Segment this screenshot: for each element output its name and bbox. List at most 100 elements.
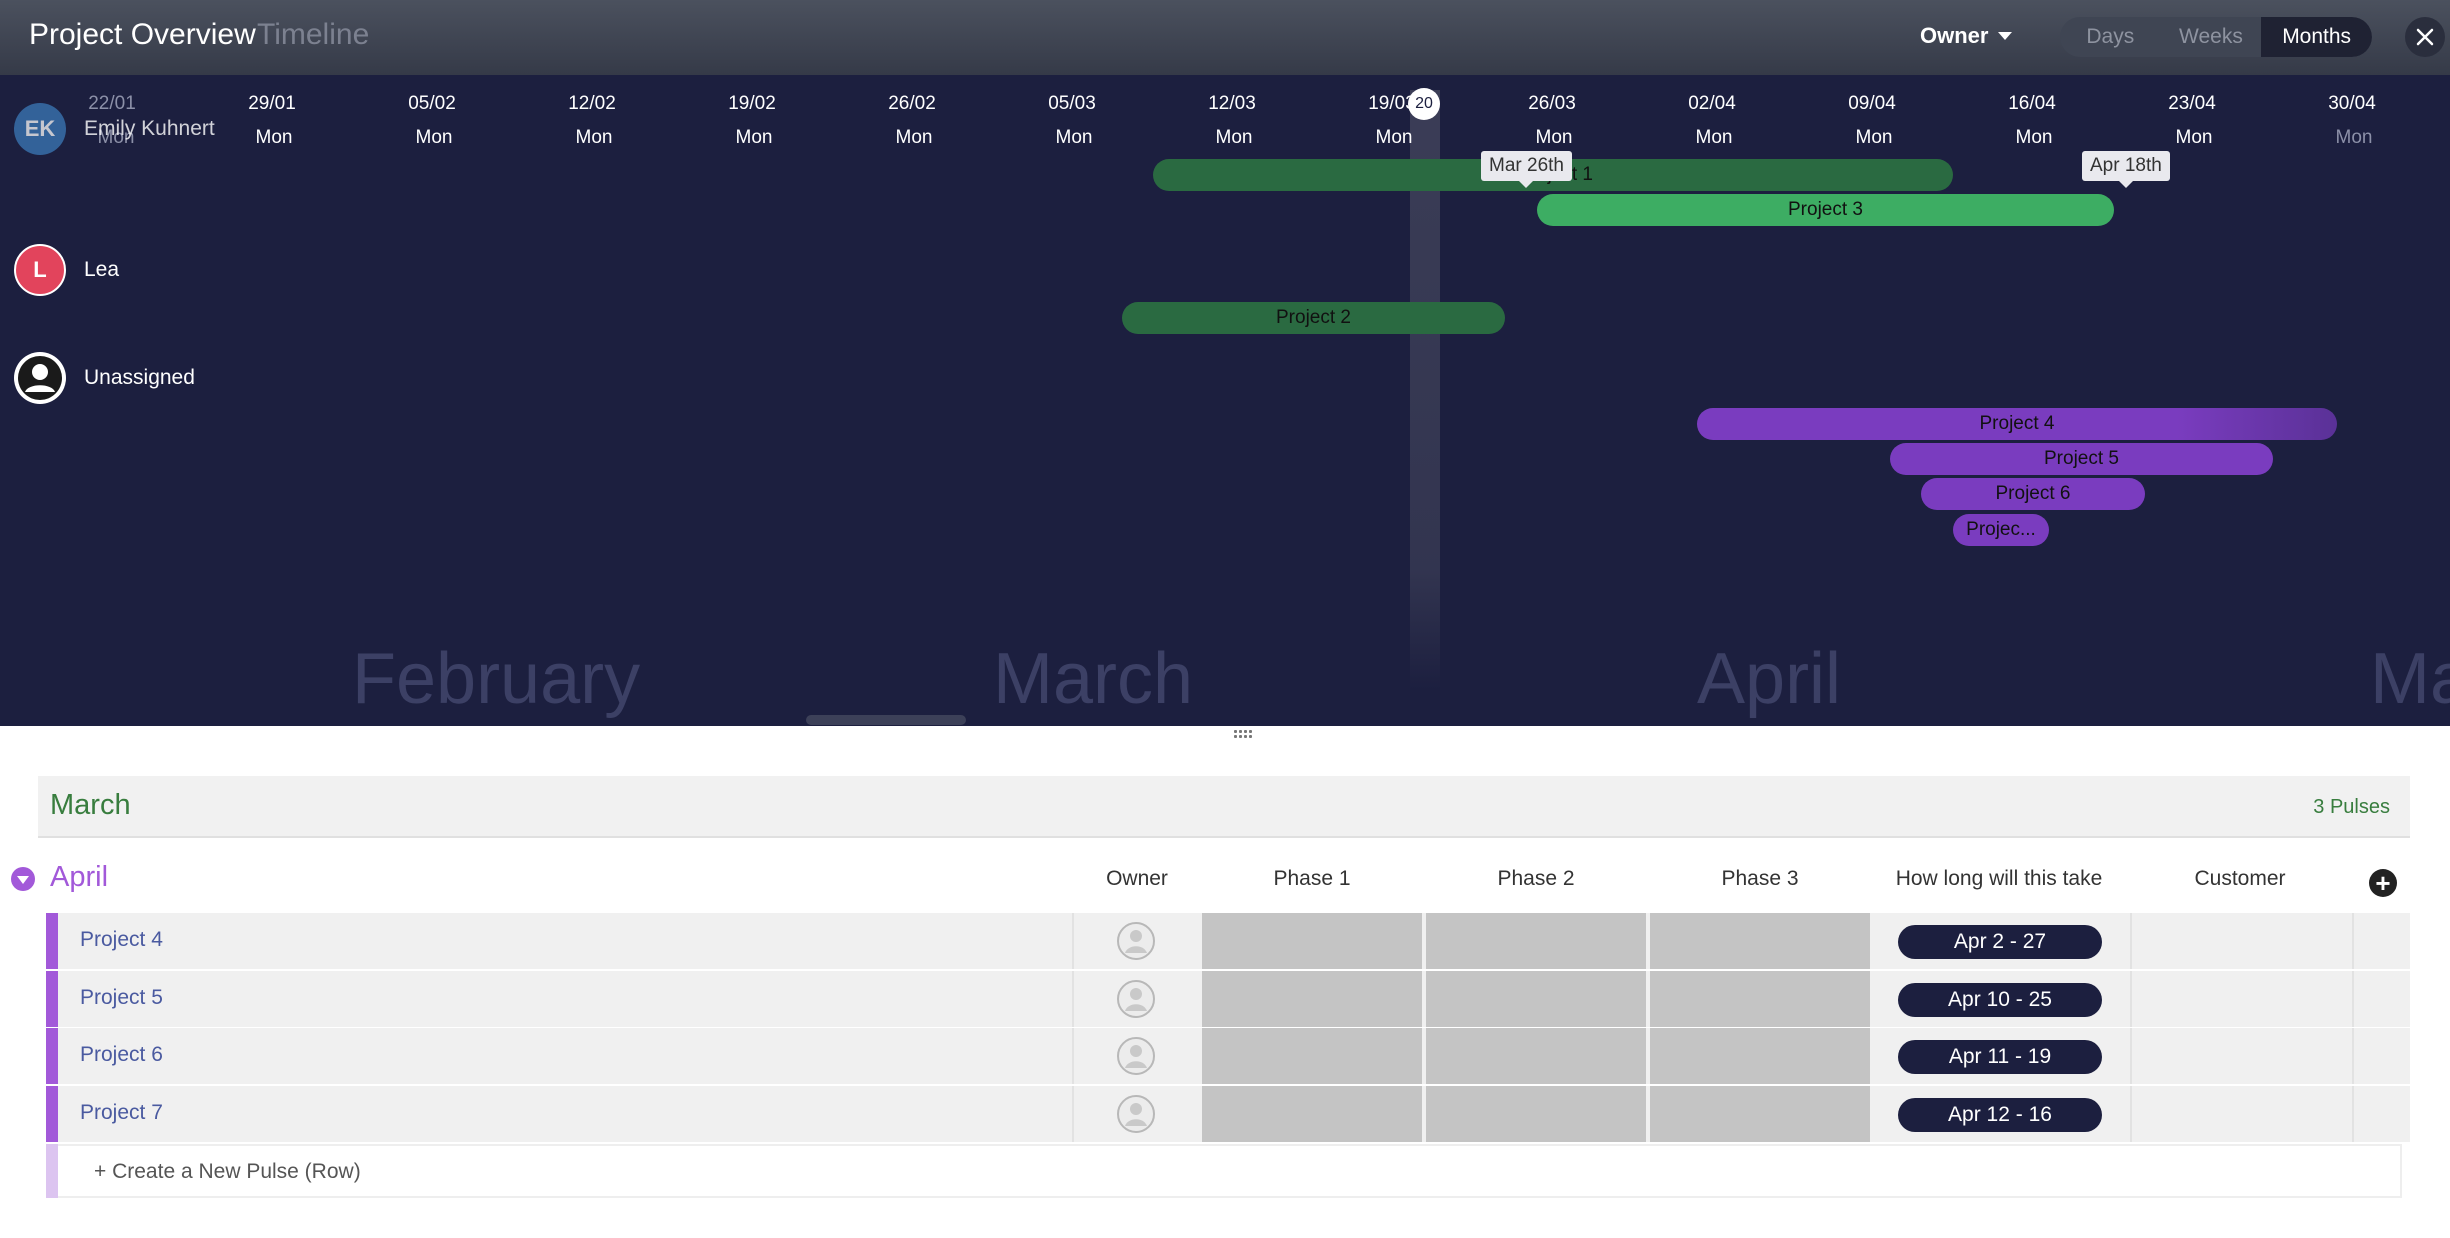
plus-icon: +: [2375, 868, 2391, 898]
ruler-day: Mon: [575, 127, 613, 148]
start-date-tooltip: Mar 26th: [1481, 151, 1572, 188]
owner-filter-dropdown[interactable]: Owner: [1920, 20, 2013, 52]
person-emily-kuhnert[interactable]: EK Emily Kuhnert: [14, 103, 215, 155]
person-lea[interactable]: L Lea: [14, 244, 119, 296]
ruler-date: 19/02: [728, 93, 776, 114]
column-header-phase-2[interactable]: Phase 2: [1426, 867, 1646, 891]
pulse-count: 3 Pulses: [2313, 796, 2390, 818]
timeline-pill[interactable]: Apr 2 - 27: [1898, 925, 2102, 959]
group-color-stripe: [46, 913, 58, 969]
phase-1-cell[interactable]: [1202, 1028, 1422, 1084]
group-name-april[interactable]: April: [50, 861, 108, 894]
today-badge: 20: [1408, 88, 1440, 120]
ruler-date: 12/02: [568, 93, 616, 114]
view-days-button[interactable]: Days: [2060, 17, 2161, 57]
owner-filter-label: Owner: [1920, 23, 1989, 48]
view-toggle: Days Weeks Months: [2060, 17, 2372, 57]
avatar: EK: [14, 103, 66, 155]
drag-handle-icon: [1234, 730, 1252, 738]
timeline-scrollbar[interactable]: [806, 715, 966, 725]
group-collapse-toggle[interactable]: [11, 867, 35, 891]
ruler-day: Mon: [255, 127, 293, 148]
month-label: March: [993, 639, 1194, 719]
person-placeholder-icon: [1117, 1095, 1155, 1133]
table-row[interactable]: Project 4 Apr 2 - 27: [46, 913, 2410, 969]
add-column-button[interactable]: +: [2369, 869, 2397, 897]
close-icon: [2416, 28, 2434, 46]
ruler-day: Mon: [1375, 127, 1413, 148]
pulse-name[interactable]: Project 6: [80, 1043, 163, 1067]
phase-1-cell[interactable]: [1202, 1086, 1422, 1142]
column-header-timeline[interactable]: How long will this take: [1874, 867, 2124, 891]
bar-project-6[interactable]: Project 6: [1921, 478, 2145, 510]
pulse-name[interactable]: Project 4: [80, 928, 163, 952]
row-end-cell: [2352, 1028, 2402, 1084]
phase-3-cell[interactable]: [1650, 913, 1870, 969]
chevron-down-icon: [17, 876, 29, 884]
ruler-day: Mon: [1855, 127, 1893, 148]
ruler-day: Mon: [2335, 127, 2373, 148]
close-button[interactable]: [2405, 17, 2445, 57]
month-label: February: [352, 639, 641, 719]
phase-2-cell[interactable]: [1426, 1028, 1646, 1084]
phase-2-cell[interactable]: [1426, 913, 1646, 969]
end-date-tooltip: Apr 18th: [2082, 151, 2170, 188]
phase-1-cell[interactable]: [1202, 913, 1422, 969]
ruler-date: 29/01: [248, 93, 296, 114]
pane-resize-handle[interactable]: [0, 726, 2450, 742]
phase-3-cell[interactable]: [1650, 971, 1870, 1027]
month-label: Ma: [2370, 639, 2450, 719]
ruler-date: 05/02: [408, 93, 456, 114]
ruler-date: 02/04: [1688, 93, 1736, 114]
group-color-stripe: [46, 1144, 58, 1198]
group-color-stripe: [46, 971, 58, 1027]
phase-3-cell[interactable]: [1650, 1028, 1870, 1084]
person-name: Emily Kuhnert: [84, 117, 215, 140]
bar-project-4[interactable]: Project 4: [1697, 408, 2337, 440]
customer-cell[interactable]: [2130, 1086, 2370, 1142]
table-row[interactable]: Project 5 Apr 10 - 25: [46, 971, 2410, 1027]
customer-cell[interactable]: [2130, 913, 2370, 969]
view-name: Timeline: [257, 18, 370, 51]
ruler-date: 16/04: [2008, 93, 2056, 114]
create-pulse-label[interactable]: + Create a New Pulse (Row): [94, 1160, 361, 1184]
table-row[interactable]: Project 6 Apr 11 - 19: [46, 1028, 2410, 1084]
bar-project-3[interactable]: Project 3: [1537, 194, 2114, 226]
ruler-day: Mon: [2175, 127, 2213, 148]
table-row[interactable]: Project 7 Apr 12 - 16: [46, 1086, 2410, 1142]
pulse-name[interactable]: Project 5: [80, 986, 163, 1010]
ruler-date: 05/03: [1048, 93, 1096, 114]
pulse-name[interactable]: Project 7: [80, 1101, 163, 1125]
create-pulse-row[interactable]: + Create a New Pulse (Row): [46, 1144, 2402, 1198]
phase-2-cell[interactable]: [1426, 971, 1646, 1027]
month-label: April: [1697, 639, 1842, 719]
person-name: Lea: [84, 258, 120, 281]
phase-3-cell[interactable]: [1650, 1086, 1870, 1142]
customer-cell[interactable]: [2130, 1028, 2370, 1084]
chevron-down-icon: [1998, 32, 2013, 40]
timeline-pill[interactable]: Apr 11 - 19: [1898, 1040, 2102, 1074]
group-march-collapsed[interactable]: March 3 Pulses: [38, 776, 2410, 838]
customer-cell[interactable]: [2130, 971, 2370, 1027]
view-months-button[interactable]: Months: [2261, 17, 2372, 57]
bar-project-5[interactable]: Project 5: [1890, 443, 2273, 475]
column-header-customer[interactable]: Customer: [2130, 867, 2350, 891]
column-header-phase-3[interactable]: Phase 3: [1650, 867, 1870, 891]
timeline-pill[interactable]: Apr 10 - 25: [1898, 983, 2102, 1017]
view-weeks-button[interactable]: Weeks: [2161, 17, 2262, 57]
person-placeholder-icon: [1117, 980, 1155, 1018]
column-header-owner[interactable]: Owner: [1072, 867, 1202, 891]
row-end-cell: [2352, 1086, 2402, 1142]
ruler-date: 09/04: [1848, 93, 1896, 114]
phase-2-cell[interactable]: [1426, 1086, 1646, 1142]
column-header-phase-1[interactable]: Phase 1: [1202, 867, 1422, 891]
ruler-day: Mon: [1535, 127, 1573, 148]
person-unassigned[interactable]: Unassigned: [14, 352, 195, 404]
bar-project-7[interactable]: Projec...: [1953, 514, 2049, 546]
timeline-pill[interactable]: Apr 12 - 16: [1898, 1098, 2102, 1132]
ruler-day: Mon: [2015, 127, 2053, 148]
ruler-date: 12/03: [1208, 93, 1256, 114]
row-end-cell: [2352, 971, 2402, 1027]
phase-1-cell[interactable]: [1202, 971, 1422, 1027]
bar-project-2[interactable]: Project 2: [1122, 302, 1505, 334]
